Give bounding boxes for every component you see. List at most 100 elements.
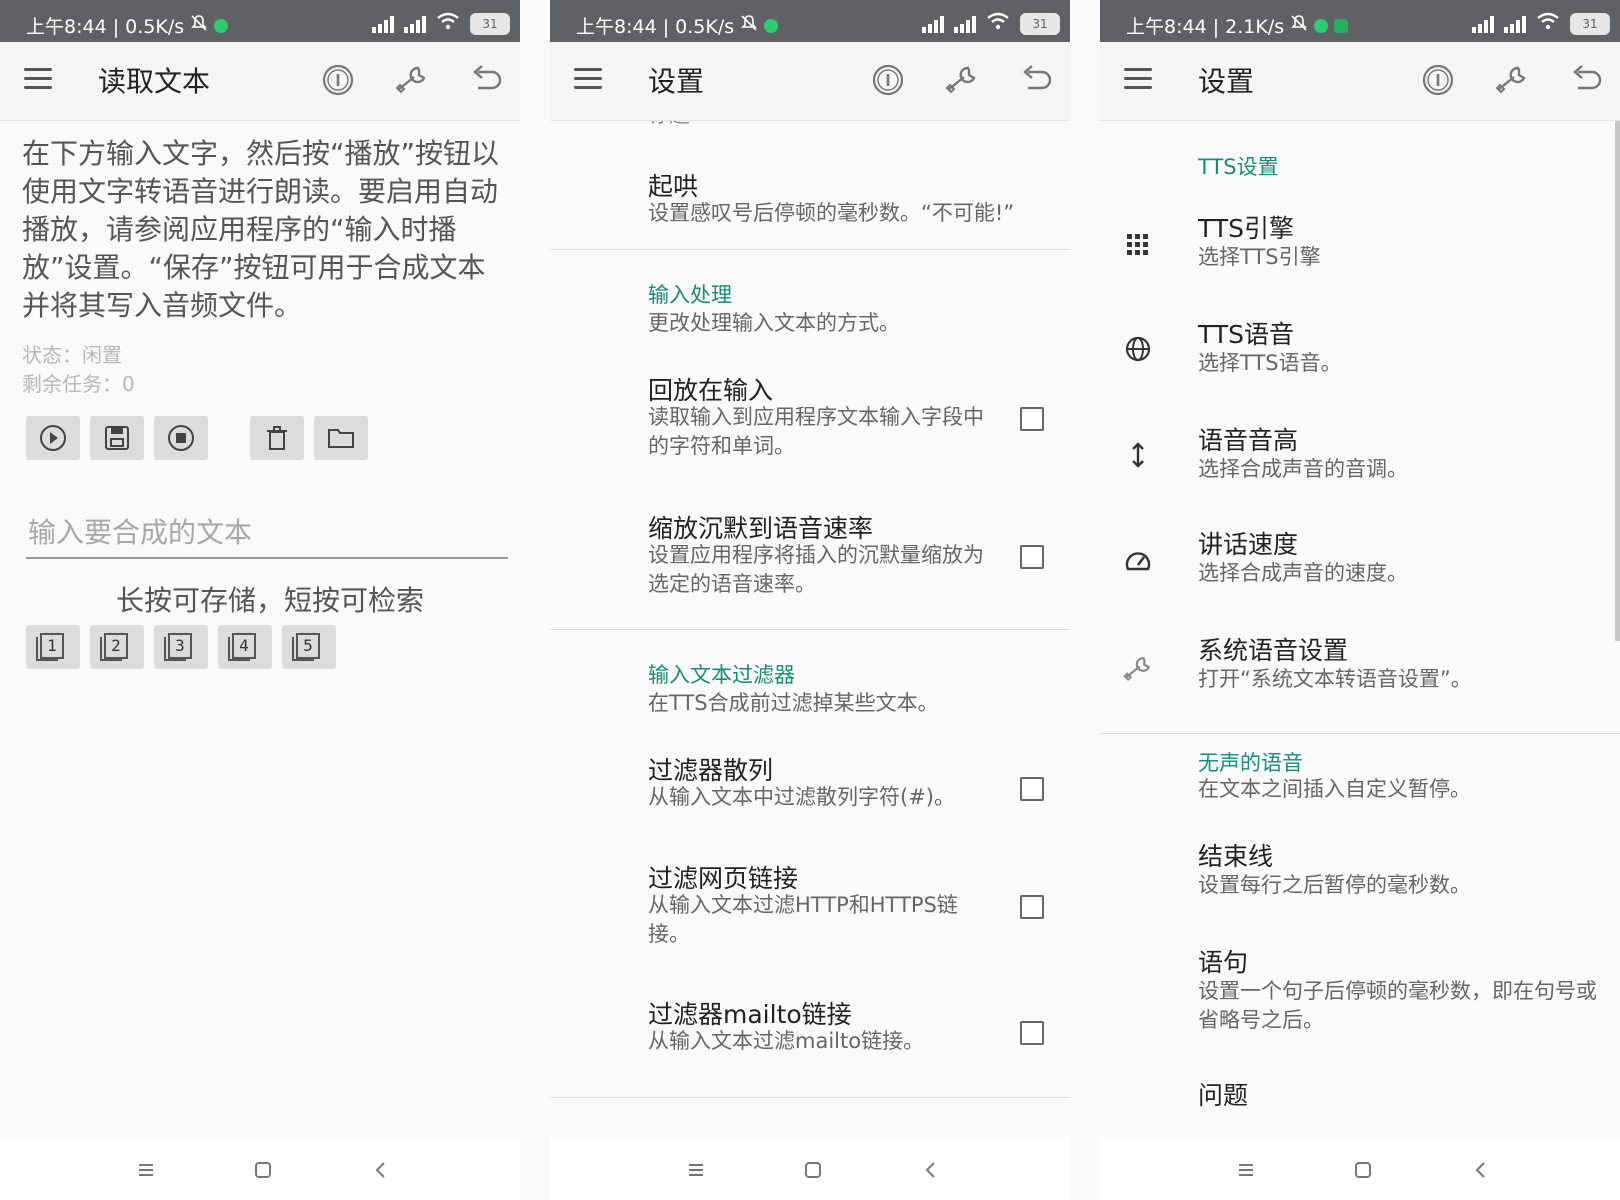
pref-speech-rate[interactable]: 讲话速度 选择合成声音的速度。 bbox=[1100, 525, 1620, 625]
globe-icon bbox=[1125, 336, 1151, 362]
memory-slot-3-button[interactable]: 3 bbox=[154, 625, 208, 669]
pref-summary: 选择合成声音的音调。 bbox=[1198, 457, 1408, 481]
play-button[interactable] bbox=[26, 416, 80, 460]
filter-hash-checkbox[interactable] bbox=[1020, 777, 1044, 801]
home-icon[interactable] bbox=[252, 1159, 274, 1181]
pref-exclamation[interactable]: 起哄 设置感叹号后停顿的毫秒数。“不可能!” bbox=[550, 161, 1070, 253]
stop-button[interactable] bbox=[154, 416, 208, 460]
home-icon[interactable] bbox=[1352, 1159, 1374, 1181]
filter-web-links-checkbox[interactable] bbox=[1020, 895, 1044, 919]
pref-title: TTS引擎 bbox=[1198, 214, 1294, 243]
pref-title: 讲话速度 bbox=[1198, 530, 1299, 559]
menu-icon[interactable] bbox=[574, 68, 602, 90]
recents-icon[interactable] bbox=[135, 1159, 157, 1181]
pref-voice-pitch[interactable]: 语音音高 选择合成声音的音调。 bbox=[1100, 421, 1620, 521]
wechat-icon bbox=[214, 18, 229, 33]
back-icon[interactable] bbox=[920, 1159, 942, 1181]
pref-filter-web-links[interactable]: 过滤网页链接 从输入文本过滤HTTP和HTTPS链接。 bbox=[550, 855, 1070, 965]
pref-filter-mailto[interactable]: 过滤器mailto链接 从输入文本过滤mailto链接。 bbox=[550, 991, 1070, 1071]
pref-summary: 设置应用程序将插入的沉默量缩放为选定的语音速率。 bbox=[648, 543, 984, 596]
pref-system-voice-settings[interactable]: 系统语音设置 打开“系统文本转语音设置”。 bbox=[1100, 631, 1620, 731]
save-button[interactable] bbox=[90, 416, 144, 460]
category-input-processing: 输入处理 更改处理输入文本的方式。 bbox=[550, 271, 1070, 341]
page-title: 读取文本 bbox=[98, 65, 211, 98]
remaining-tasks-label: 剩余任务：0 bbox=[22, 372, 135, 396]
info-icon[interactable] bbox=[318, 60, 358, 100]
memory-slot-4-button[interactable]: 4 bbox=[218, 625, 272, 669]
status-bar: 上午8:44 | 0.5K/s 31 bbox=[550, 0, 1070, 42]
category-summary: 更改处理输入文本的方式。 bbox=[648, 311, 900, 335]
pref-end-of-line[interactable]: 结束线 设置每行之后暂停的毫秒数。 bbox=[1100, 837, 1620, 927]
category-summary: 在文本之间插入自定义暂停。 bbox=[1198, 777, 1471, 801]
pref-title: 系统语音设置 bbox=[1198, 636, 1349, 665]
pref-question[interactable]: 问题 bbox=[1100, 1076, 1620, 1136]
memory-slot-2-button[interactable]: 2 bbox=[90, 625, 144, 669]
info-icon[interactable] bbox=[868, 60, 908, 100]
undo-icon[interactable] bbox=[1016, 60, 1056, 100]
pref-title: 结束线 bbox=[1198, 842, 1274, 871]
delete-button[interactable] bbox=[250, 416, 304, 460]
back-icon[interactable] bbox=[370, 1159, 392, 1181]
wechat-icon bbox=[764, 18, 779, 33]
pref-sentence[interactable]: 语句 设置一个句子后停顿的毫秒数，即在句号或省略号之后。 bbox=[1100, 943, 1620, 1053]
pref-summary: 设置每行之后暂停的毫秒数。 bbox=[1198, 873, 1471, 897]
pref-filter-hash[interactable]: 过滤器散列 从输入文本中过滤散列字符(#)。 bbox=[550, 747, 1070, 827]
signal-icon bbox=[922, 15, 944, 33]
screenshot-collage: 上午8:44 | 0.5K/s 31 读取文本 在下方输入文字，然后按“播放”按… bbox=[0, 0, 1620, 1200]
recents-icon[interactable] bbox=[1235, 1159, 1257, 1181]
undo-icon[interactable] bbox=[1566, 60, 1606, 100]
read-text-content: 在下方输入文字，然后按“播放”按钮以使用文字转语音进行朗读。要启用自动播放，请参… bbox=[0, 121, 520, 1137]
recents-icon[interactable] bbox=[685, 1159, 707, 1181]
pref-tts-engine[interactable]: TTS引擎 选择TTS引擎 bbox=[1100, 209, 1620, 309]
wifi-icon bbox=[1536, 12, 1560, 35]
category-tts-settings: TTS设置 bbox=[1198, 155, 1279, 179]
menu-icon[interactable] bbox=[1124, 68, 1152, 90]
wrench-icon[interactable] bbox=[1492, 60, 1532, 100]
page-title: 设置 bbox=[1198, 65, 1255, 98]
phone-panel-settings-input: 上午8:44 | 0.5K/s 31 设置 起哄 设置感叹号后停顿的毫秒数。“不… bbox=[550, 0, 1070, 1200]
wrench-icon[interactable] bbox=[392, 60, 432, 100]
signal-2-icon bbox=[954, 15, 976, 33]
pref-title: 问题 bbox=[1198, 1081, 1249, 1110]
app-bar: 设置 bbox=[550, 42, 1070, 121]
slot-hint-text: 长按可存储，短按可检索 bbox=[115, 584, 424, 617]
menu-icon[interactable] bbox=[24, 68, 52, 90]
pref-title: 语句 bbox=[1198, 948, 1249, 977]
memory-slot-5-button[interactable]: 5 bbox=[282, 625, 336, 669]
wrench-icon[interactable] bbox=[942, 60, 982, 100]
panel-gap bbox=[1070, 0, 1100, 1200]
system-nav-bar bbox=[1100, 1137, 1620, 1200]
pref-playback-on-input[interactable]: 回放在输入 读取输入到应用程序文本输入字段中的字符和单词。 bbox=[550, 367, 1070, 477]
shield-icon bbox=[1334, 18, 1349, 33]
category-silent-speech: 无声的语音 bbox=[1198, 751, 1303, 775]
scale-silence-checkbox[interactable] bbox=[1020, 545, 1044, 569]
playback-on-input-checkbox[interactable] bbox=[1020, 407, 1044, 431]
grid-icon bbox=[1127, 234, 1148, 255]
open-folder-button[interactable] bbox=[314, 416, 368, 460]
divider bbox=[550, 629, 1070, 630]
status-time: 上午8:44 | 0.5K/s bbox=[576, 16, 735, 38]
battery-icon: 31 bbox=[1020, 12, 1060, 35]
home-icon[interactable] bbox=[802, 1159, 824, 1181]
filter-mailto-checkbox[interactable] bbox=[1020, 1021, 1044, 1045]
signal-icon bbox=[1472, 15, 1494, 33]
status-time: 上午8:44 | 2.1K/s bbox=[1126, 16, 1285, 38]
pref-tts-voice[interactable]: TTS语音 选择TTS语音。 bbox=[1100, 315, 1620, 415]
text-to-synthesize-input[interactable] bbox=[26, 513, 508, 559]
phone-panel-read-text: 上午8:44 | 0.5K/s 31 读取文本 在下方输入文字，然后按“播放”按… bbox=[0, 0, 520, 1200]
info-icon[interactable] bbox=[1418, 60, 1458, 100]
pref-summary: 打开“系统文本转语音设置”。 bbox=[1198, 667, 1472, 691]
pref-title: TTS语音 bbox=[1198, 320, 1294, 349]
pref-title: 过滤器散列 bbox=[648, 756, 774, 785]
pref-scale-silence[interactable]: 缩放沉默到语音速率 设置应用程序将插入的沉默量缩放为选定的语音速率。 bbox=[550, 505, 1070, 615]
status-bar: 上午8:44 | 0.5K/s 31 bbox=[0, 0, 520, 42]
category-title: 输入文本过滤器 bbox=[648, 663, 795, 687]
memory-slot-1-button[interactable]: 1 bbox=[26, 625, 80, 669]
pref-summary: 设置感叹号后停顿的毫秒数。“不可能!” bbox=[648, 201, 1015, 225]
undo-icon[interactable] bbox=[466, 60, 506, 100]
back-icon[interactable] bbox=[1470, 1159, 1492, 1181]
pref-summary: 选择TTS语音。 bbox=[1198, 351, 1342, 375]
pref-summary: 读取输入到应用程序文本输入字段中的字符和单词。 bbox=[648, 405, 984, 458]
page-title: 设置 bbox=[648, 65, 705, 98]
category-input-text-filter: 输入文本过滤器 在TTS合成前过滤掉某些文本。 bbox=[550, 651, 1070, 721]
